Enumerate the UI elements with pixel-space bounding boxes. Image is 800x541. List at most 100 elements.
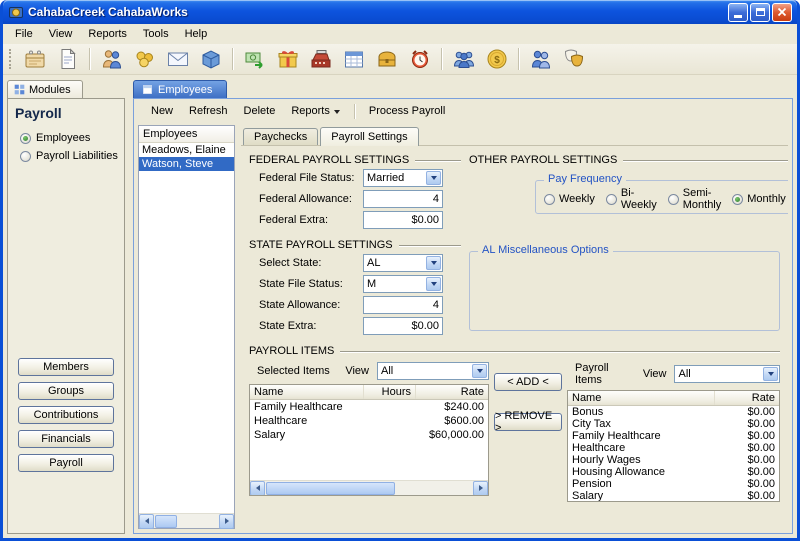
column-rate[interactable]: Rate [416,385,488,399]
menu-reports[interactable]: Reports [80,26,135,42]
reports-dropdown-button[interactable]: Reports [284,103,347,119]
menu-view[interactable]: View [41,26,81,42]
employees-list-hscrollbar[interactable] [139,513,234,528]
chevron-down-icon[interactable] [426,277,441,291]
groups-button[interactable]: Groups [18,382,114,400]
tab-payroll-settings[interactable]: Payroll Settings [320,127,418,146]
tab-employees[interactable]: Employees [133,80,227,98]
state-allowance-input[interactable] [363,296,443,314]
table-row[interactable]: Pension$0.00 [568,478,779,490]
money-transfer-icon[interactable] [241,46,269,73]
gift-icon[interactable] [274,46,302,73]
scroll-thumb[interactable] [155,515,177,528]
titlebar[interactable]: CahabaCreek CahabaWorks [3,0,797,24]
radio-weekly[interactable]: Weekly [544,193,595,205]
employees-list-header[interactable]: Employees [139,126,234,143]
chevron-down-icon[interactable] [472,364,487,378]
chevron-down-icon[interactable] [763,367,778,381]
pay-frequency-legend: Pay Frequency [544,173,626,185]
box-icon[interactable] [197,46,225,73]
table-row[interactable]: Bonus$0.00 [568,406,779,418]
radio-semi-monthly[interactable]: Semi-Monthly [668,187,722,211]
payroll-items-view-select[interactable]: All [674,365,780,383]
column-rate[interactable]: Rate [715,391,779,405]
menu-help[interactable]: Help [177,26,216,42]
two-people-icon[interactable] [527,46,555,73]
scroll-left-button[interactable] [139,514,154,529]
column-hours[interactable]: Hours [364,385,416,399]
table-row[interactable]: Family Healthcare $240.00 [250,400,488,414]
sidebar-splitter[interactable] [125,80,133,534]
federal-allowance-input[interactable] [363,190,443,208]
menu-tools[interactable]: Tools [135,26,177,42]
alarm-clock-icon[interactable] [406,46,434,73]
contributions-button[interactable]: Contributions [18,406,114,424]
state-allowance-label: State Allowance: [259,299,363,311]
tab-paychecks[interactable]: Paychecks [243,128,318,145]
document-icon[interactable] [54,46,82,73]
chevron-down-icon[interactable] [426,256,441,270]
close-button[interactable] [772,3,792,22]
scroll-left-button[interactable] [250,481,265,496]
column-name[interactable]: Name [250,385,364,399]
table-row[interactable]: Family Healthcare$0.00 [568,430,779,442]
scroll-track[interactable] [154,514,219,529]
scroll-right-button[interactable] [219,514,234,529]
cash-register-icon[interactable] [307,46,335,73]
scroll-track[interactable] [265,481,473,496]
calendar-icon[interactable] [340,46,368,73]
state-file-status-select[interactable]: M [363,275,443,293]
federal-extra-input[interactable] [363,211,443,229]
federal-extra-label: Federal Extra: [259,214,363,226]
scroll-left-icon [256,485,260,491]
section-rule [399,245,461,246]
toolbar-grip[interactable] [9,49,12,69]
scroll-thumb[interactable] [266,482,395,495]
radio-payroll-liabilities[interactable]: Payroll Liabilities [20,150,118,162]
delete-button[interactable]: Delete [237,103,283,119]
tab-modules[interactable]: Modules [7,80,83,98]
scroll-right-button[interactable] [473,481,488,496]
table-row[interactable]: Salary $60,000.00 [250,428,488,442]
radio-monthly[interactable]: Monthly [732,193,786,205]
table-row[interactable]: City Tax$0.00 [568,418,779,430]
menu-file[interactable]: File [7,26,41,42]
table-row[interactable]: Healthcare$0.00 [568,442,779,454]
state-file-status-label: State File Status: [259,278,363,290]
selected-items-hscrollbar[interactable] [250,480,488,495]
add-item-button[interactable]: < ADD < [494,373,562,391]
chevron-down-icon[interactable] [426,171,441,185]
remove-item-button[interactable]: > REMOVE > [494,413,562,431]
state-extra-input[interactable] [363,317,443,335]
envelope-icon[interactable] [164,46,192,73]
people-group-icon[interactable] [450,46,478,73]
federal-file-status-select[interactable]: Married [363,169,443,187]
select-state-select[interactable]: AL [363,254,443,272]
treasure-chest-icon[interactable] [373,46,401,73]
minimize-button[interactable] [728,3,748,22]
selected-items-view-select[interactable]: All [377,362,489,380]
table-row[interactable]: Hourly Wages$0.00 [568,454,779,466]
members-button[interactable]: Members [18,358,114,376]
table-row[interactable]: Housing Allowance$0.00 [568,466,779,478]
process-payroll-button[interactable]: Process Payroll [362,103,452,119]
radio-employees[interactable]: Employees [20,132,118,144]
refresh-button[interactable]: Refresh [182,103,235,119]
radio-bi-weekly[interactable]: Bi-Weekly [606,187,657,211]
employees-content: Employees Meadows, Elaine Watson, Steve [134,123,792,533]
payroll-button[interactable]: Payroll [18,454,114,472]
new-button[interactable]: New [144,103,180,119]
list-item[interactable]: Watson, Steve [139,157,234,171]
theater-masks-icon[interactable] [560,46,588,73]
table-row[interactable]: Healthcare $600.00 [250,414,488,428]
maximize-button[interactable] [750,3,770,22]
column-name[interactable]: Name [568,391,715,405]
coins-icon[interactable] [131,46,159,73]
financials-button[interactable]: Financials [18,430,114,448]
people-pair-icon[interactable] [98,46,126,73]
dollar-coin-icon[interactable]: $ [483,46,511,73]
list-item[interactable]: Meadows, Elaine [139,143,234,157]
scroll-right-icon [225,518,229,524]
card-file-icon[interactable] [21,46,49,73]
table-row[interactable]: Salary$0.00 [568,490,779,502]
